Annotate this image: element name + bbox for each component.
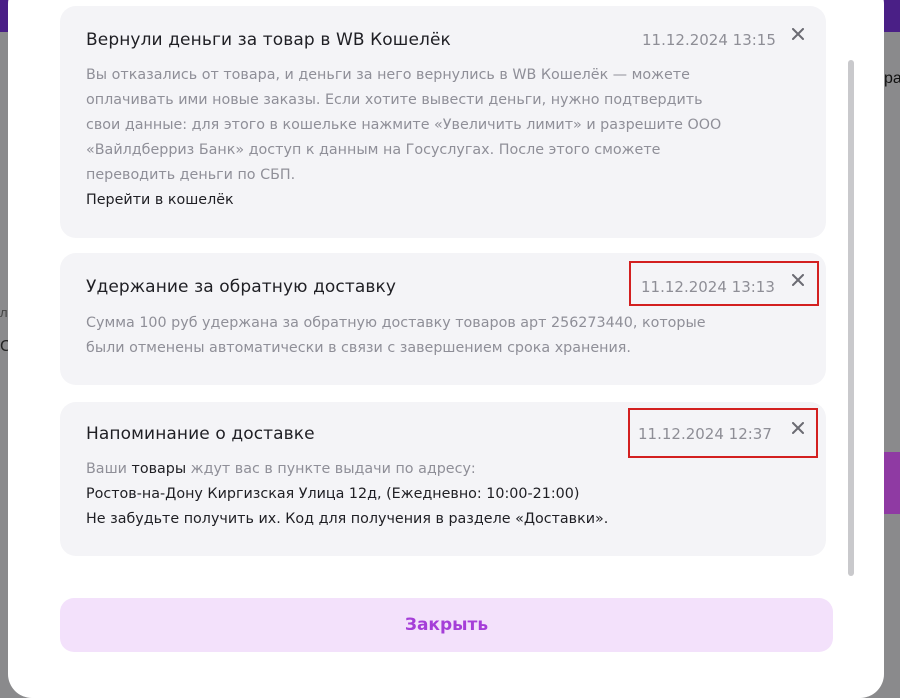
- body-text: ждут вас в пункте выдачи по адресу:: [186, 461, 476, 477]
- body-line: были отменены автоматически в связи с за…: [86, 340, 631, 356]
- notification-title: Удержание за обратную доставку: [86, 277, 397, 297]
- background-text-fragment: ра: [884, 70, 900, 87]
- pickup-address: Ростов-на-Дону Киргизская Улица 12д, (Еж…: [86, 486, 580, 502]
- pickup-note: Не забудьте получить их. Код для получен…: [86, 511, 609, 527]
- highlight-box: [628, 408, 818, 458]
- notification-date: 11.12.2024 13:15: [642, 31, 776, 49]
- background-button-fragment: [884, 452, 900, 514]
- body-line: «Вайлдберриз Банк» доступ к данным на Го…: [86, 142, 661, 158]
- body-text: Ваши: [86, 461, 132, 477]
- goods-word: товары: [131, 461, 187, 477]
- wallet-link[interactable]: Перейти в кошелёк: [86, 188, 806, 213]
- close-icon[interactable]: [788, 24, 808, 44]
- body-line: свои данные: для этого в кошельке нажмит…: [86, 117, 722, 133]
- notification-body: Ваши товары ждут вас в пункте выдачи по …: [86, 457, 806, 532]
- body-line: Вы отказались от товара, и деньги за нег…: [86, 67, 690, 83]
- body-line: переводить деньги по СБП.: [86, 167, 296, 183]
- notification-title: Вернули деньги за товар в WB Кошелёк: [86, 30, 451, 50]
- highlight-box: [629, 261, 819, 306]
- background-text-fragment: л: [0, 305, 8, 320]
- notification-card: Вернули деньги за товар в WB Кошелёк 11.…: [60, 6, 826, 238]
- notification-body: Сумма 100 руб удержана за обратную доста…: [86, 311, 806, 361]
- body-line: оплачивать ими новые заказы. Если хотите…: [86, 92, 703, 108]
- notification-body: Вы отказались от товара, и деньги за нег…: [86, 63, 806, 213]
- body-line: Ваши товары ждут вас в пункте выдачи по …: [86, 457, 806, 482]
- body-line: Сумма 100 руб удержана за обратную доста…: [86, 315, 706, 331]
- scrollbar-thumb[interactable]: [848, 60, 854, 576]
- notification-title: Напоминание о доставке: [86, 424, 315, 444]
- close-button[interactable]: Закрыть: [60, 598, 833, 652]
